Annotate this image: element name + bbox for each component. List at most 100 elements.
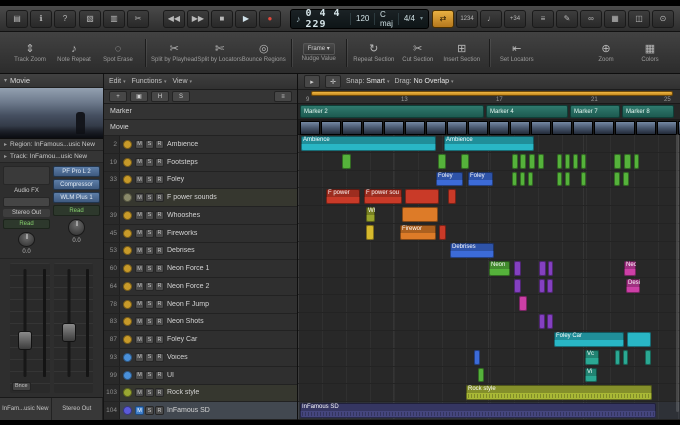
- record-enable-button[interactable]: R: [155, 246, 164, 256]
- record-enable-button[interactable]: R: [155, 193, 164, 203]
- track-header-voices[interactable]: 93 M S R Voices: [104, 349, 297, 367]
- pan-knob[interactable]: [68, 219, 85, 236]
- mute-button[interactable]: M: [135, 175, 144, 185]
- region-desig[interactable]: Desig: [626, 278, 640, 294]
- track-header-ambience[interactable]: 2 M S R Ambience: [104, 136, 297, 154]
- smart-controls-icon[interactable]: ▧: [79, 9, 101, 28]
- region[interactable]: [547, 278, 553, 294]
- play-button[interactable]: ▶: [234, 9, 257, 28]
- rewind-button[interactable]: ◀◀: [162, 9, 185, 28]
- movie-section-header[interactable]: ▾ Movie: [0, 74, 103, 88]
- region-foley[interactable]: Foley: [436, 171, 463, 187]
- arrange-lane-whooshes[interactable]: Wh: [298, 206, 680, 225]
- nudge-value-button[interactable]: Frame ▾ Nudge Value: [297, 34, 341, 72]
- browsers-icon[interactable]: ▦: [604, 9, 626, 28]
- list-editors-icon[interactable]: ≡: [532, 9, 554, 28]
- arrange-lane-debrises[interactable]: Debrises: [298, 241, 680, 260]
- region[interactable]: [565, 171, 570, 187]
- metronome-button[interactable]: ♩: [480, 9, 502, 28]
- quick-help-icon[interactable]: ?: [54, 9, 76, 28]
- repeat-section-button[interactable]: ↻ Repeat Section: [352, 34, 396, 72]
- region[interactable]: [581, 171, 586, 187]
- region[interactable]: [645, 349, 651, 365]
- split-by-playhead-button[interactable]: ✂ Split by Playhead: [151, 34, 197, 72]
- solo-button[interactable]: S: [145, 264, 154, 274]
- region[interactable]: [614, 153, 621, 169]
- marker-track-header[interactable]: Marker: [104, 104, 297, 120]
- region-neon[interactable]: Neon: [489, 260, 510, 276]
- track-zoom-button[interactable]: ⇕ Track Zoom: [8, 34, 52, 72]
- track-header-rock-style[interactable]: 103 M S R Rock style: [104, 384, 297, 403]
- mute-button[interactable]: M: [135, 281, 144, 291]
- bounce-button[interactable]: Bnce: [12, 382, 31, 391]
- marker-region-marker-7[interactable]: Marker 7: [570, 105, 620, 118]
- arrange-lane-neon-shots[interactable]: [298, 313, 680, 331]
- region[interactable]: [528, 171, 533, 187]
- solo-button[interactable]: S: [145, 157, 154, 167]
- record-enable-button[interactable]: R: [155, 264, 164, 274]
- region-f-power[interactable]: F power: [326, 189, 360, 205]
- region-rock-style[interactable]: Rock style: [466, 385, 652, 401]
- region-ambience[interactable]: Ambience: [301, 136, 436, 151]
- mute-button[interactable]: M: [135, 299, 144, 309]
- arrange-lane-neon-force-1[interactable]: Neon Neo: [298, 259, 680, 278]
- arrange-lane-footsteps[interactable]: [298, 152, 680, 171]
- arrange-lane-foley[interactable]: Foley Foley: [298, 170, 680, 189]
- mute-button[interactable]: M: [135, 370, 144, 380]
- solo-button[interactable]: S: [145, 388, 154, 398]
- arrange-lane-infamous-sd[interactable]: InFamous SD: [298, 402, 680, 420]
- region-neo[interactable]: Neo: [624, 260, 636, 276]
- region[interactable]: [439, 225, 446, 240]
- solo-button[interactable]: S: [145, 352, 154, 362]
- record-enable-button[interactable]: R: [155, 228, 164, 238]
- search-icon[interactable]: ⊙: [652, 9, 674, 28]
- vertical-scrollbar[interactable]: [676, 134, 679, 412]
- region[interactable]: [366, 225, 374, 240]
- library-toggle-icon[interactable]: ▤: [6, 9, 28, 28]
- track-fader[interactable]: Bnce: [10, 263, 50, 393]
- arrange-lane-neon-f-jump[interactable]: [298, 295, 680, 314]
- region[interactable]: [557, 153, 562, 169]
- insert-section-button[interactable]: ⊞ Insert Section: [440, 34, 484, 72]
- region[interactable]: [514, 278, 521, 294]
- marker-region-marker-2[interactable]: Marker 2: [300, 105, 484, 118]
- region[interactable]: [520, 153, 526, 169]
- region[interactable]: [539, 314, 545, 329]
- plugin-slot-pf-pro-l-2[interactable]: PF Pro L 2: [53, 166, 100, 177]
- region[interactable]: [623, 171, 629, 187]
- mute-button[interactable]: M: [135, 228, 144, 238]
- cycle-range[interactable]: [311, 91, 673, 96]
- mute-button[interactable]: M: [135, 352, 144, 362]
- mute-button[interactable]: M: [135, 157, 144, 167]
- zoom-button[interactable]: ⊕ Zoom: [584, 34, 628, 72]
- arrange-lane-ambience[interactable]: Ambience Ambience: [298, 135, 680, 153]
- stop-button[interactable]: ■: [210, 9, 233, 28]
- region[interactable]: [539, 278, 545, 294]
- edit-menu[interactable]: Edit ▾: [109, 78, 126, 85]
- region[interactable]: [512, 153, 518, 169]
- region-ambience[interactable]: Ambience: [444, 136, 534, 151]
- mute-button[interactable]: M: [135, 139, 144, 149]
- cut-section-button[interactable]: ✂ Cut Section: [396, 34, 440, 72]
- mute-button[interactable]: M: [135, 335, 144, 345]
- arrange-lane-f-power-sounds[interactable]: F power F power sou: [298, 188, 680, 207]
- region[interactable]: [539, 260, 546, 276]
- cycle-button[interactable]: ⇄: [432, 9, 454, 28]
- region[interactable]: [512, 171, 517, 187]
- track-header-neon-force-2[interactable]: 64 M S R Neon Force 2: [104, 278, 297, 296]
- track-header-foley[interactable]: 33 M S R Foley: [104, 171, 297, 190]
- region[interactable]: [438, 153, 446, 169]
- arrange-lane-rock-style[interactable]: Rock style: [298, 384, 680, 403]
- region[interactable]: [624, 153, 631, 169]
- spot-erase-button[interactable]: ◌ Spot Erase: [96, 34, 140, 72]
- record-button[interactable]: ●: [258, 9, 281, 28]
- solo-button[interactable]: S: [145, 193, 154, 203]
- disclosure-triangle-icon[interactable]: ▸: [4, 153, 7, 160]
- inspector-toggle-icon[interactable]: ℹ: [30, 9, 52, 28]
- record-enable-button[interactable]: R: [155, 352, 164, 362]
- region-debrises[interactable]: Debrises: [450, 242, 494, 258]
- region[interactable]: [514, 260, 521, 276]
- record-enable-button[interactable]: R: [155, 139, 164, 149]
- new-track-with-duplicate-button[interactable]: ▣: [130, 91, 148, 102]
- drag-menu[interactable]: Drag: No Overlap ▾: [394, 78, 453, 85]
